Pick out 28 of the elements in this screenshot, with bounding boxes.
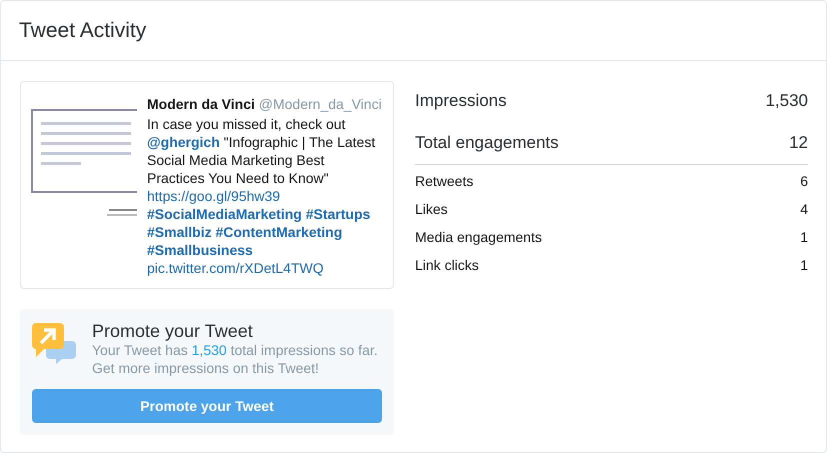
author-name: Modern da Vinci xyxy=(147,96,255,112)
hashtag-link[interactable]: #Smallbusiness xyxy=(147,242,253,258)
metric-label: Impressions xyxy=(415,90,507,112)
metric-label: Retweets xyxy=(415,172,474,190)
metric-value: 6 xyxy=(800,172,808,190)
metric-label: Link clicks xyxy=(415,256,479,274)
url-link[interactable]: https://goo.gl/95hw39 xyxy=(147,188,280,204)
hashtag-link[interactable]: #Smallbiz xyxy=(147,224,212,240)
metric-value: 1,530 xyxy=(765,90,808,112)
promote-title: Promote your Tweet xyxy=(92,321,254,341)
metric-value: 1 xyxy=(800,228,808,246)
url-link[interactable]: pic.twitter.com/rXDetL4TWQ xyxy=(147,260,324,276)
metric-value: 4 xyxy=(800,200,808,218)
promote-icon xyxy=(32,323,76,365)
hashtag-link[interactable]: #Startups xyxy=(306,206,370,222)
window-title: Tweet Activity xyxy=(19,18,146,44)
promote-message: Your Tweet has 1,530 total impressions so far. xyxy=(92,341,378,359)
metric-value: 12 xyxy=(789,132,808,154)
promote-message: Get more impressions on this Tweet! xyxy=(92,359,320,377)
metric-label: Media engagements xyxy=(415,228,542,247)
metric-value: 1 xyxy=(800,256,808,274)
metric-label: Likes xyxy=(415,200,448,218)
metric-label: Total engagements xyxy=(415,132,559,154)
hashtag-link[interactable]: #ContentMarketing xyxy=(215,224,342,240)
tweet-text: In case you missed it, check out @ghergich "Infographic | The Latest Social Media Marketing Best Practices You Need to Know" https://goo.gl/95hw39 #SocialMediaMarketing #Startups #Smallbiz #ContentMarketing #Smallbusiness pic.twitter.com/rXDetL4TWQ xyxy=(147,115,376,277)
mention-link[interactable]: @ghergich xyxy=(147,134,220,150)
author-handle: @Modern_da_Vinci xyxy=(258,96,382,112)
hashtag-link[interactable]: #SocialMediaMarketing xyxy=(147,206,302,222)
